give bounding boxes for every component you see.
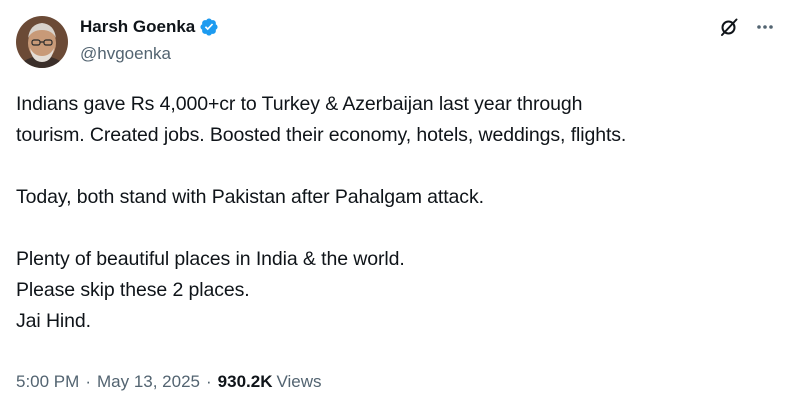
tweet-line: tourism. Created jobs. Boosted their eco… [16,124,627,146]
views-count[interactable]: 930.2K [218,372,273,392]
tweet-line-break [16,151,786,182]
tweet-line: Today, both stand with Pakistan after Pa… [16,186,484,208]
author-handle[interactable]: @hvgoenka [80,44,171,64]
grok-icon[interactable] [718,16,740,38]
tweet-text: Indians gave Rs 4,000+cr to Turkey & Aze… [16,89,786,337]
tweet-line: Plenty of beautiful places in India & th… [16,248,405,270]
author-display-name[interactable]: Harsh Goenka [80,17,195,37]
tweet-line: Please skip these 2 places. [16,279,250,301]
tweet-meta: 5:00 PM · May 13, 2025 · 930.2K Views [16,372,322,392]
tweet-line: Jai Hind. [16,310,91,332]
tweet-date[interactable]: May 13, 2025 [97,372,200,392]
tweet-top-actions [718,16,776,38]
verified-badge-icon[interactable] [199,17,219,37]
more-icon[interactable] [754,16,776,38]
tweet-card: Harsh Goenka @hvgoenka Indians gave Rs 4… [0,0,792,413]
meta-separator: · [206,372,212,391]
avatar[interactable] [16,16,68,68]
tweet-time[interactable]: 5:00 PM [16,372,79,392]
meta-separator: · [85,372,91,391]
tweet-line: Indians gave Rs 4,000+cr to Turkey & Aze… [16,93,583,115]
author-name-row: Harsh Goenka [80,17,219,37]
tweet-line-break [16,213,786,244]
views-label: Views [276,372,322,391]
